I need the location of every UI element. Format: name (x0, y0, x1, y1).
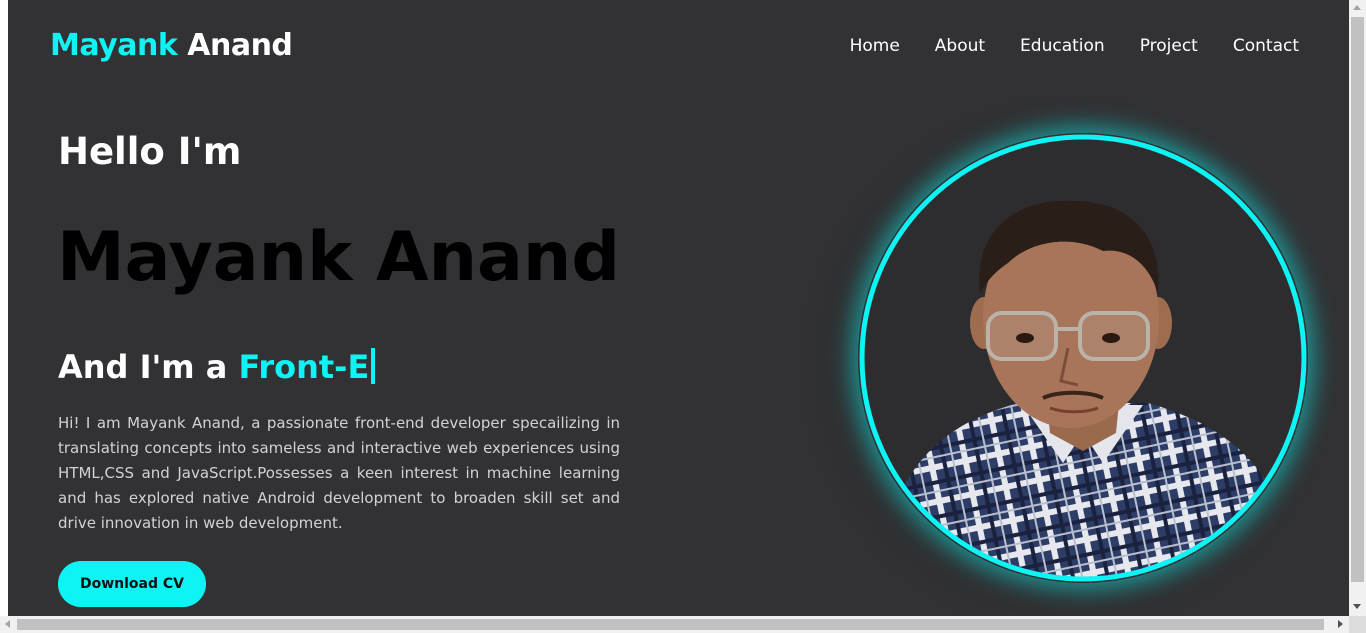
nav-home[interactable]: Home (850, 36, 900, 56)
scrollbar-corner (1349, 616, 1366, 633)
site-logo[interactable]: Mayank Anand (50, 28, 293, 63)
hero-greeting: Hello I'm (58, 130, 242, 173)
horizontal-scroll-thumb[interactable] (17, 619, 1324, 630)
profile-photo-icon (859, 134, 1307, 582)
profile-avatar (858, 133, 1308, 583)
nav-project[interactable]: Project (1140, 36, 1198, 56)
nav-about[interactable]: About (935, 36, 985, 56)
role-prefix: And I'm a (58, 348, 228, 386)
horizontal-scrollbar[interactable] (0, 616, 1349, 633)
hero-name: Mayank Anand (57, 218, 620, 297)
hero-role: And I'm a Front-E (58, 348, 376, 386)
vertical-scroll-thumb[interactable] (1351, 17, 1364, 582)
scroll-up-icon[interactable] (1353, 5, 1361, 10)
main-nav: Home About Education Project Contact (850, 36, 1299, 56)
logo-first-name: Mayank (50, 28, 178, 63)
vertical-scrollbar[interactable] (1349, 0, 1366, 616)
role-typed-text: Front-E (238, 348, 370, 386)
scroll-down-icon[interactable] (1353, 604, 1361, 609)
nav-contact[interactable]: Contact (1233, 36, 1299, 56)
nav-education[interactable]: Education (1020, 36, 1105, 56)
hero-description: Hi! I am Mayank Anand, a passionate fron… (58, 414, 620, 532)
scroll-left-icon[interactable] (5, 620, 10, 628)
logo-last-name: Anand (187, 28, 293, 63)
scroll-right-icon[interactable] (1338, 620, 1343, 628)
download-cv-button[interactable]: Download CV (58, 561, 206, 607)
typing-cursor (371, 348, 376, 384)
page-viewport: Mayank Anand Home About Education Projec… (8, 0, 1349, 616)
